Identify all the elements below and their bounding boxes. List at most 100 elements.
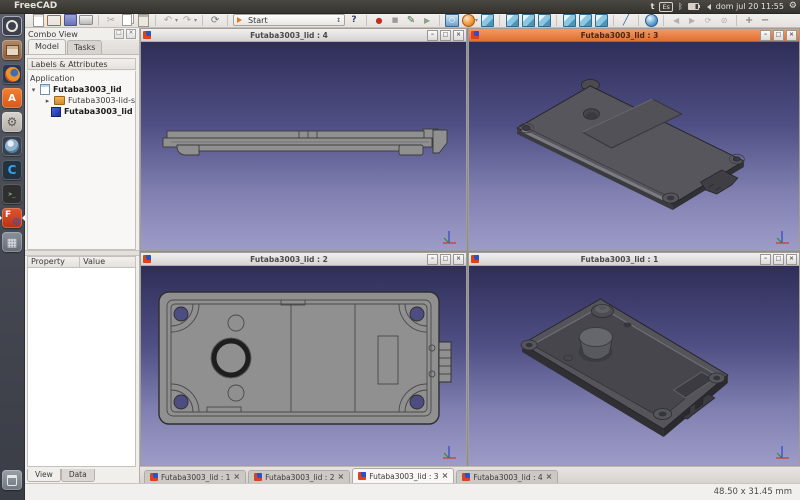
tree-item-body[interactable]: Futaba3003_lid	[30, 106, 135, 117]
input-method-icon[interactable]: t	[651, 1, 655, 12]
top-view-icon[interactable]	[537, 14, 551, 27]
maximize-button[interactable]: □	[773, 30, 784, 41]
titlebar-window-1[interactable]: Futaba3003_lid : 1 – □ ×	[469, 253, 799, 266]
zoom-in-icon[interactable]: +	[742, 14, 756, 27]
tab-close-icon[interactable]: ×	[442, 472, 449, 480]
tree-item-application[interactable]: Application	[30, 73, 135, 84]
paste-icon[interactable]	[136, 14, 150, 27]
bluetooth-icon[interactable]: ᛒ	[678, 2, 683, 12]
minimize-button[interactable]: –	[760, 254, 771, 265]
refresh-icon[interactable]: ⟳	[208, 14, 222, 27]
viewport-3d-1[interactable]	[469, 266, 799, 465]
open-document-icon[interactable]	[47, 14, 61, 27]
navigation-sphere-icon[interactable]	[644, 14, 658, 27]
launcher-freecad[interactable]: F ⚙	[2, 208, 22, 228]
minimize-button[interactable]: –	[427, 254, 438, 265]
launcher-software-center[interactable]: A	[2, 88, 22, 108]
tab-data[interactable]: Data	[61, 469, 95, 482]
draw-style-icon[interactable]	[461, 14, 475, 27]
launcher-system-settings[interactable]: ⚙	[2, 112, 22, 132]
maximize-button[interactable]: □	[440, 30, 451, 41]
viewport-3d-3[interactable]	[469, 42, 799, 250]
launcher-trash[interactable]	[2, 470, 22, 490]
macro-record-icon[interactable]: ●	[372, 14, 386, 27]
front-view-icon[interactable]	[521, 14, 535, 27]
tree-header[interactable]: Labels & Attributes	[27, 58, 136, 70]
close-button[interactable]: ×	[453, 30, 464, 41]
macro-edit-icon[interactable]: ✎	[404, 14, 418, 27]
axonometric-view-icon[interactable]	[505, 14, 519, 27]
previous-view-icon[interactable]: ◀	[669, 14, 683, 27]
titlebar-window-2[interactable]: Futaba3003_lid : 2 – □ ×	[141, 253, 466, 266]
session-menu-icon[interactable]: ⚙	[789, 1, 797, 12]
tab-close-icon[interactable]: ×	[233, 473, 240, 481]
print-icon[interactable]	[79, 14, 93, 27]
fit-all-icon[interactable]: ○	[445, 14, 459, 27]
titlebar-window-3[interactable]: Futaba3003_lid : 3 – □ ×	[469, 29, 799, 42]
new-document-icon[interactable]	[31, 14, 45, 27]
mdi-tab-3[interactable]: Futaba3003_lid : 3 ×	[352, 468, 454, 483]
close-button[interactable]: ×	[786, 254, 797, 265]
maximize-button[interactable]: □	[440, 254, 451, 265]
dock-float-button[interactable]: □	[114, 29, 124, 39]
column-property[interactable]: Property	[28, 257, 80, 267]
toolbar-separator	[439, 15, 440, 26]
column-value[interactable]: Value	[80, 257, 105, 267]
sync-view-icon[interactable]: ⟳	[701, 14, 715, 27]
expander-open-icon[interactable]: ▾	[30, 86, 37, 94]
fit-selection-icon[interactable]	[480, 14, 494, 27]
titlebar-window-4[interactable]: Futaba3003_lid : 4 – □ ×	[141, 29, 466, 42]
stop-navigation-icon[interactable]: ⊘	[717, 14, 731, 27]
tab-model[interactable]: Model	[28, 39, 66, 54]
macro-stop-icon[interactable]: ■	[388, 14, 402, 27]
close-button[interactable]: ×	[786, 30, 797, 41]
mdi-tab-1[interactable]: Futaba3003_lid : 1 ×	[144, 470, 246, 483]
redo-icon[interactable]: ↷	[180, 14, 194, 27]
launcher-file-manager[interactable]	[2, 40, 22, 60]
rear-view-icon[interactable]	[578, 14, 592, 27]
zoom-out-icon[interactable]: −	[758, 14, 772, 27]
launcher-c-application[interactable]: C	[2, 160, 22, 180]
launcher-terminal[interactable]: >_	[2, 184, 22, 204]
close-button[interactable]: ×	[453, 254, 464, 265]
save-document-icon[interactable]	[63, 14, 77, 27]
dock-close-button[interactable]: ×	[126, 29, 136, 39]
minimize-button[interactable]: –	[427, 30, 438, 41]
running-indicator	[0, 215, 2, 221]
workbench-selector[interactable]: Start ↕	[233, 14, 345, 26]
property-table-body[interactable]	[27, 268, 136, 467]
tab-close-icon[interactable]: ×	[337, 473, 344, 481]
keyboard-layout-indicator[interactable]: Es	[659, 2, 673, 12]
next-view-icon[interactable]: ▶	[685, 14, 699, 27]
expander-closed-icon[interactable]: ▸	[44, 97, 51, 105]
copy-icon[interactable]	[120, 14, 134, 27]
minimize-button[interactable]: –	[760, 30, 771, 41]
launcher-dash-home[interactable]	[2, 16, 22, 36]
tab-view[interactable]: View	[27, 469, 61, 482]
mdi-tab-4[interactable]: Futaba3003_lid : 4 ×	[456, 470, 558, 483]
draw-style-dropdown-icon[interactable]: ▾	[475, 17, 478, 24]
right-view-icon[interactable]	[562, 14, 576, 27]
tab-close-icon[interactable]: ×	[546, 473, 553, 481]
measure-distance-icon[interactable]: ╱	[619, 14, 633, 27]
whats-this-icon[interactable]: ?	[347, 14, 361, 27]
tree-item-source[interactable]: ▸ Futaba3003-lid-src	[30, 95, 135, 106]
viewport-3d-2[interactable]	[141, 266, 466, 465]
launcher-chromium[interactable]	[2, 136, 22, 156]
tab-tasks[interactable]: Tasks	[67, 40, 102, 54]
maximize-button[interactable]: □	[773, 254, 784, 265]
launcher-workspace-switcher[interactable]: ▦	[2, 232, 22, 252]
launcher-firefox[interactable]	[2, 64, 22, 84]
macro-play-icon[interactable]: ▶	[420, 14, 434, 27]
undo-dropdown-icon[interactable]: ▾	[175, 17, 178, 24]
mdi-tab-2[interactable]: Futaba3003_lid : 2 ×	[248, 470, 350, 483]
volume-icon[interactable]	[704, 4, 711, 10]
viewport-3d-4[interactable]	[141, 42, 466, 250]
undo-icon[interactable]: ↶	[161, 14, 175, 27]
clock[interactable]: dom jul 20 11:55	[716, 2, 784, 11]
bottom-view-icon[interactable]	[594, 14, 608, 27]
redo-dropdown-icon[interactable]: ▾	[194, 17, 197, 24]
battery-icon[interactable]	[688, 3, 699, 10]
cut-icon[interactable]: ✂	[104, 14, 118, 27]
tree-item-document[interactable]: ▾ Futaba3003_lid	[30, 84, 135, 95]
